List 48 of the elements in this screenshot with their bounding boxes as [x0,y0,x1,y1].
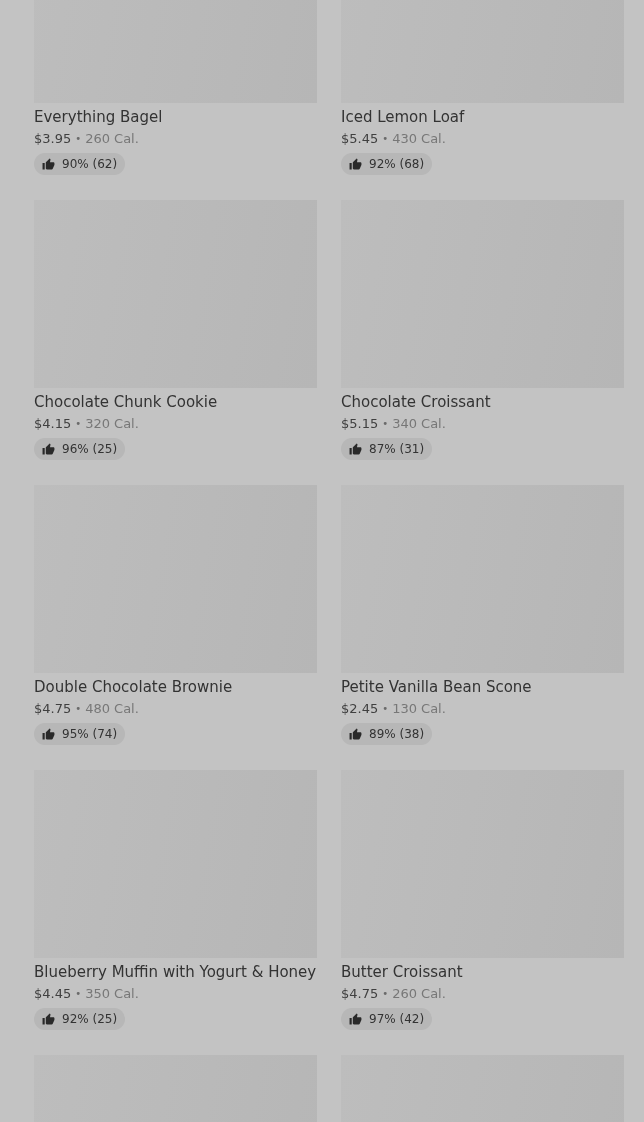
thumbs-up-icon [349,157,362,171]
separator-dot: • [382,417,389,431]
item-calories: 260 Cal. [85,130,139,148]
item-calories: 480 Cal. [85,700,139,718]
rating-text: 95% (74) [62,727,118,741]
separator-dot: • [382,987,389,1001]
item-price: $5.15 [341,415,379,433]
item-name: Chocolate Croissant [341,392,492,412]
item-price: $4.75 [341,985,379,1003]
item-name: Blueberry Muffin with Yogurt & Honey [34,962,317,982]
separator-dot: • [382,702,389,716]
thumbs-up-icon [42,1012,55,1026]
separator-dot: • [75,702,82,716]
thumbs-up-icon [349,442,362,456]
item-name: Chocolate Chunk Cookie [34,392,219,412]
rating-text: 89% (38) [369,727,425,741]
item-calories: 350 Cal. [85,985,139,1003]
rating-text: 87% (31) [369,442,425,456]
item-price: $2.45 [341,700,379,718]
rating-text: 97% (42) [369,1012,425,1026]
separator-dot: • [75,132,82,146]
rating-text: 92% (25) [62,1012,118,1026]
separator-dot: • [75,987,82,1001]
item-calories: 260 Cal. [392,985,446,1003]
thumbs-up-icon [42,157,55,171]
item-name: Double Chocolate Brownie [34,677,234,697]
item-calories: 130 Cal. [392,700,446,718]
item-name: Butter Croissant [341,962,464,982]
thumbs-up-icon [42,442,55,456]
item-name: Everything Bagel [34,107,164,127]
item-price: $4.15 [34,415,72,433]
separator-dot: • [382,132,389,146]
rating-text: 96% (25) [62,442,118,456]
thumbs-up-icon [349,1012,362,1026]
item-price: $3.95 [34,130,72,148]
item-calories: 430 Cal. [392,130,446,148]
item-name: Iced Lemon Loaf [341,107,466,127]
item-calories: 340 Cal. [392,415,446,433]
item-price: $4.75 [34,700,72,718]
thumbs-up-icon [349,727,362,741]
item-price: $5.45 [341,130,379,148]
item-price: $4.45 [34,985,72,1003]
separator-dot: • [75,417,82,431]
item-name: Petite Vanilla Bean Scone [341,677,533,697]
rating-text: 90% (62) [62,157,118,171]
thumbs-up-icon [42,727,55,741]
item-calories: 320 Cal. [85,415,139,433]
rating-text: 92% (68) [369,157,425,171]
